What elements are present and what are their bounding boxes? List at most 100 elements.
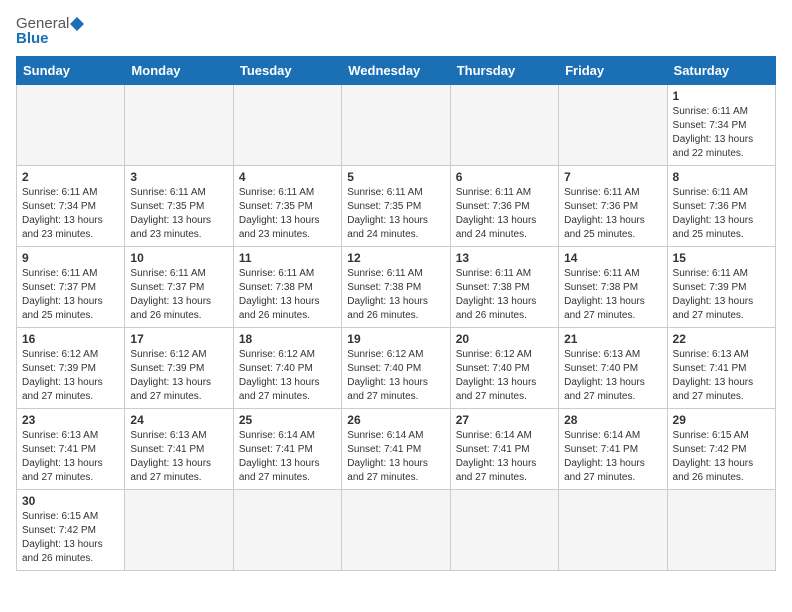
calendar-cell: 5Sunrise: 6:11 AM Sunset: 7:35 PM Daylig…: [342, 166, 450, 247]
day-number: 16: [22, 332, 119, 346]
calendar-cell: [450, 490, 558, 571]
day-info: Sunrise: 6:13 AM Sunset: 7:41 PM Dayligh…: [130, 429, 227, 485]
day-info: Sunrise: 6:12 AM Sunset: 7:40 PM Dayligh…: [456, 348, 553, 404]
day-number: 28: [564, 413, 661, 427]
day-number: 7: [564, 170, 661, 184]
calendar-cell: [17, 85, 125, 166]
calendar-week-row: 23 Sunrise: 6:13 AM Sunset: 7:41 PM Dayli…: [17, 409, 776, 490]
day-number: 10: [130, 251, 227, 265]
calendar-cell: 3 Sunrise: 6:11 AM Sunset: 7:35 PM Daylig…: [125, 166, 233, 247]
page-header: GeneralBlue: [16, 16, 776, 46]
day-number: 13: [456, 251, 553, 265]
calendar-table: SundayMondayTuesdayWednesdayThursdayFrid…: [16, 56, 776, 571]
day-info: Sunrise: 6:14 AM Sunset: 7:41 PM Dayligh…: [456, 429, 553, 485]
calendar-cell: 27 Sunrise: 6:14 AM Sunset: 7:41 PM Dayli…: [450, 409, 558, 490]
calendar-cell: 25Sunrise: 6:14 AM Sunset: 7:41 PM Dayli…: [233, 409, 341, 490]
calendar-cell: 12 Sunrise: 6:11 AM Sunset: 7:38 PM Dayli…: [342, 247, 450, 328]
calendar-cell: 20Sunrise: 6:12 AM Sunset: 7:40 PM Dayli…: [450, 328, 558, 409]
day-info: Sunrise: 6:12 AM Sunset: 7:39 PM Dayligh…: [130, 348, 227, 404]
day-info: Sunrise: 6:11 AM Sunset: 7:35 PM Dayligh…: [239, 186, 336, 242]
calendar-cell: 29 Sunrise: 6:15 AM Sunset: 7:42 PM Dayli…: [667, 409, 775, 490]
day-number: 29: [673, 413, 770, 427]
day-number: 19: [347, 332, 444, 346]
day-number: 3: [130, 170, 227, 184]
day-number: 24: [130, 413, 227, 427]
day-info: Sunrise: 6:11 AM Sunset: 7:38 PM Dayligh…: [456, 267, 553, 323]
calendar-week-row: 1Sunrise: 6:11 AM Sunset: 7:34 PM Daylig…: [17, 85, 776, 166]
calendar-cell: 15Sunrise: 6:11 AM Sunset: 7:39 PM Dayli…: [667, 247, 775, 328]
calendar-cell: 11 Sunrise: 6:11 AM Sunset: 7:38 PM Dayli…: [233, 247, 341, 328]
day-info: Sunrise: 6:11 AM Sunset: 7:38 PM Dayligh…: [564, 267, 661, 323]
weekday-header-row: SundayMondayTuesdayWednesdayThursdayFrid…: [17, 57, 776, 85]
day-number: 18: [239, 332, 336, 346]
day-number: 30: [22, 494, 119, 508]
calendar-cell: 26 Sunrise: 6:14 AM Sunset: 7:41 PM Dayli…: [342, 409, 450, 490]
day-info: Sunrise: 6:15 AM Sunset: 7:42 PM Dayligh…: [22, 510, 119, 566]
weekday-header-thursday: Thursday: [450, 57, 558, 85]
calendar-cell: [667, 490, 775, 571]
calendar-cell: [233, 490, 341, 571]
logo: GeneralBlue: [16, 16, 85, 46]
day-number: 17: [130, 332, 227, 346]
calendar-cell: 2Sunrise: 6:11 AM Sunset: 7:34 PM Daylig…: [17, 166, 125, 247]
day-info: Sunrise: 6:11 AM Sunset: 7:35 PM Dayligh…: [130, 186, 227, 242]
calendar-cell: 22 Sunrise: 6:13 AM Sunset: 7:41 PM Dayli…: [667, 328, 775, 409]
day-info: Sunrise: 6:13 AM Sunset: 7:41 PM Dayligh…: [673, 348, 770, 404]
day-number: 14: [564, 251, 661, 265]
calendar-cell: 13 Sunrise: 6:11 AM Sunset: 7:38 PM Dayli…: [450, 247, 558, 328]
day-number: 5: [347, 170, 444, 184]
calendar-cell: 17 Sunrise: 6:12 AM Sunset: 7:39 PM Dayli…: [125, 328, 233, 409]
day-info: Sunrise: 6:12 AM Sunset: 7:39 PM Dayligh…: [22, 348, 119, 404]
calendar-cell: [559, 85, 667, 166]
calendar-cell: 9 Sunrise: 6:11 AM Sunset: 7:37 PM Daylig…: [17, 247, 125, 328]
calendar-cell: 7 Sunrise: 6:11 AM Sunset: 7:36 PM Daylig…: [559, 166, 667, 247]
calendar-cell: 14 Sunrise: 6:11 AM Sunset: 7:38 PM Dayli…: [559, 247, 667, 328]
calendar-cell: 16 Sunrise: 6:12 AM Sunset: 7:39 PM Dayli…: [17, 328, 125, 409]
day-number: 22: [673, 332, 770, 346]
day-info: Sunrise: 6:14 AM Sunset: 7:41 PM Dayligh…: [347, 429, 444, 485]
day-number: 1: [673, 89, 770, 103]
day-number: 27: [456, 413, 553, 427]
weekday-header-sunday: Sunday: [17, 57, 125, 85]
weekday-header-friday: Friday: [559, 57, 667, 85]
calendar-cell: 30 Sunrise: 6:15 AM Sunset: 7:42 PM Dayli…: [17, 490, 125, 571]
calendar-cell: 4 Sunrise: 6:11 AM Sunset: 7:35 PM Daylig…: [233, 166, 341, 247]
day-number: 23: [22, 413, 119, 427]
logo-text: GeneralBlue: [16, 16, 85, 46]
day-info: Sunrise: 6:11 AM Sunset: 7:36 PM Dayligh…: [564, 186, 661, 242]
day-number: 15: [673, 251, 770, 265]
calendar-cell: [233, 85, 341, 166]
day-info: Sunrise: 6:11 AM Sunset: 7:36 PM Dayligh…: [456, 186, 553, 242]
day-number: 4: [239, 170, 336, 184]
day-number: 21: [564, 332, 661, 346]
day-number: 8: [673, 170, 770, 184]
day-info: Sunrise: 6:11 AM Sunset: 7:38 PM Dayligh…: [239, 267, 336, 323]
calendar-cell: [450, 85, 558, 166]
day-info: Sunrise: 6:11 AM Sunset: 7:37 PM Dayligh…: [130, 267, 227, 323]
day-info: Sunrise: 6:11 AM Sunset: 7:38 PM Dayligh…: [347, 267, 444, 323]
day-info: Sunrise: 6:11 AM Sunset: 7:36 PM Dayligh…: [673, 186, 770, 242]
calendar-cell: [125, 490, 233, 571]
calendar-cell: 6Sunrise: 6:11 AM Sunset: 7:36 PM Daylig…: [450, 166, 558, 247]
day-info: Sunrise: 6:13 AM Sunset: 7:40 PM Dayligh…: [564, 348, 661, 404]
calendar-cell: 10 Sunrise: 6:11 AM Sunset: 7:37 PM Dayli…: [125, 247, 233, 328]
calendar-cell: [342, 85, 450, 166]
calendar-cell: 1Sunrise: 6:11 AM Sunset: 7:34 PM Daylig…: [667, 85, 775, 166]
calendar-cell: [559, 490, 667, 571]
day-info: Sunrise: 6:13 AM Sunset: 7:41 PM Dayligh…: [22, 429, 119, 485]
calendar-week-row: 2Sunrise: 6:11 AM Sunset: 7:34 PM Daylig…: [17, 166, 776, 247]
day-info: Sunrise: 6:14 AM Sunset: 7:41 PM Dayligh…: [239, 429, 336, 485]
day-number: 26: [347, 413, 444, 427]
day-info: Sunrise: 6:15 AM Sunset: 7:42 PM Dayligh…: [673, 429, 770, 485]
calendar-cell: 8 Sunrise: 6:11 AM Sunset: 7:36 PM Daylig…: [667, 166, 775, 247]
day-number: 9: [22, 251, 119, 265]
day-info: Sunrise: 6:14 AM Sunset: 7:41 PM Dayligh…: [564, 429, 661, 485]
day-info: Sunrise: 6:11 AM Sunset: 7:37 PM Dayligh…: [22, 267, 119, 323]
calendar-week-row: 9 Sunrise: 6:11 AM Sunset: 7:37 PM Daylig…: [17, 247, 776, 328]
day-info: Sunrise: 6:12 AM Sunset: 7:40 PM Dayligh…: [239, 348, 336, 404]
weekday-header-saturday: Saturday: [667, 57, 775, 85]
day-number: 12: [347, 251, 444, 265]
calendar-week-row: 16 Sunrise: 6:12 AM Sunset: 7:39 PM Dayli…: [17, 328, 776, 409]
day-number: 11: [239, 251, 336, 265]
calendar-cell: 21 Sunrise: 6:13 AM Sunset: 7:40 PM Dayli…: [559, 328, 667, 409]
